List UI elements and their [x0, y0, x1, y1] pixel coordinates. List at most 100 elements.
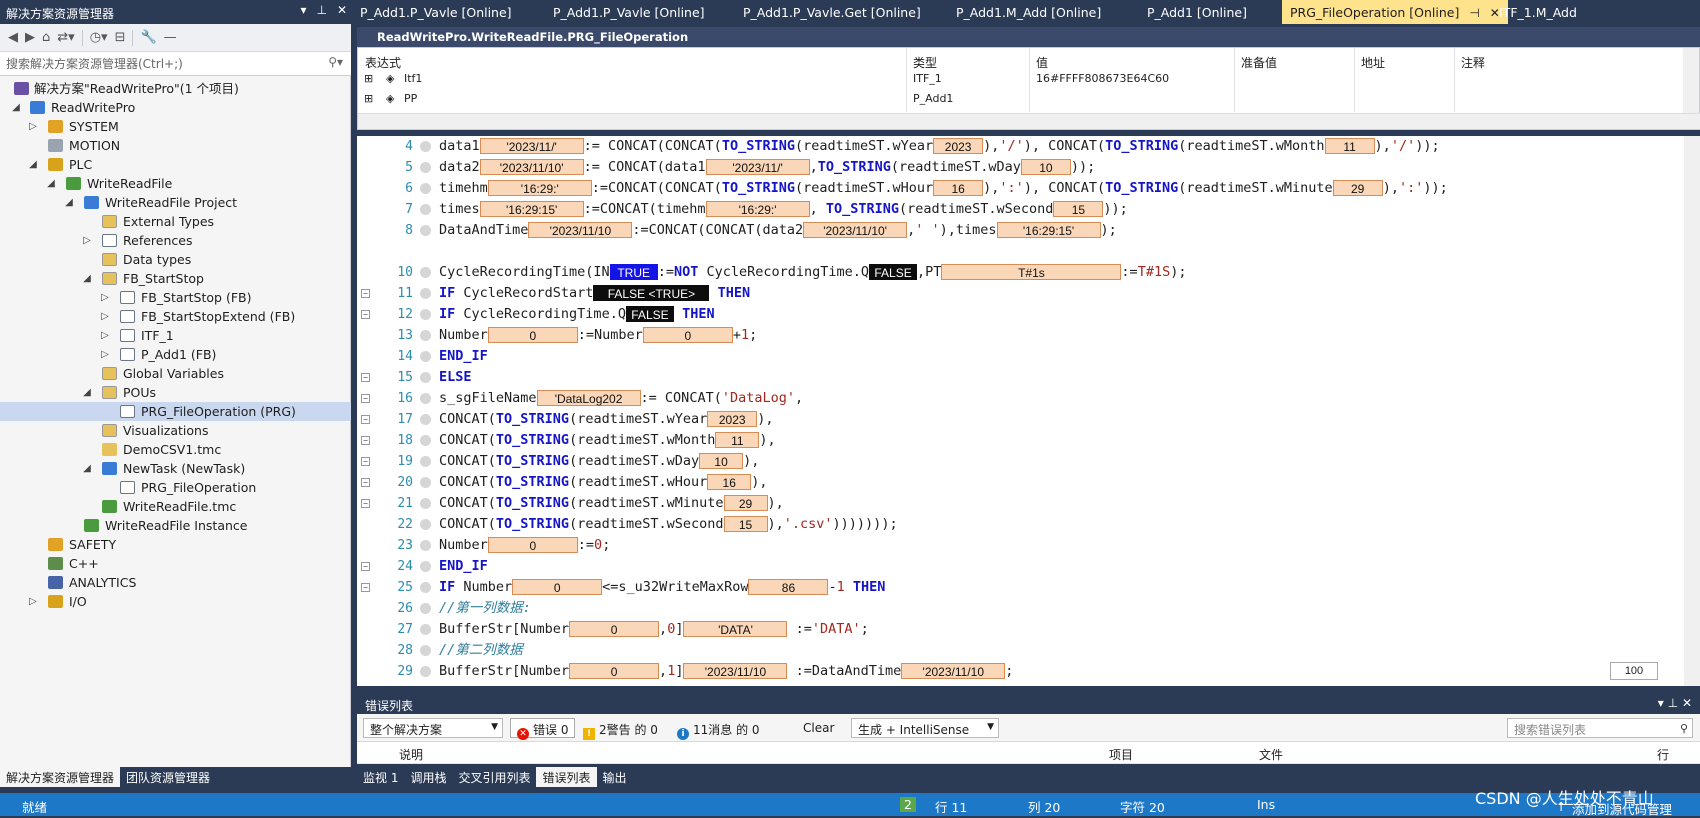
- collapse-arrow-icon[interactable]: ◢: [63, 193, 75, 212]
- pin-icon[interactable]: ⊥: [316, 3, 326, 17]
- inline-value[interactable]: 11: [1324, 138, 1375, 154]
- tree-node-democsv1[interactable]: DemoCSV1.tmc: [0, 440, 351, 459]
- close-icon[interactable]: ✕: [1682, 696, 1692, 710]
- collapse-arrow-icon[interactable]: ◢: [81, 383, 93, 402]
- tree-node-p-add1[interactable]: ▷ P_Add1 (FB): [0, 345, 351, 364]
- inline-value[interactable]: 0: [512, 579, 603, 595]
- code-line[interactable]: 26 //第一列数据:: [357, 598, 1687, 619]
- inline-value-prepared[interactable]: FALSE <TRUE>: [593, 285, 710, 301]
- source-control-button[interactable]: 添加到源代码管理: [1572, 799, 1672, 818]
- code-line[interactable]: −20 CONCAT(TO_STRING(readtimeST.wHour 16)…: [357, 472, 1687, 493]
- tree-node-project[interactable]: ◢ ReadWritePro: [0, 98, 351, 117]
- inline-value[interactable]: '2023/11/': [705, 159, 810, 175]
- doc-tab[interactable]: ITF_1.M_Add: [1491, 0, 1585, 24]
- column-header[interactable]: 类型: [913, 54, 937, 71]
- watch-vertical-scrollbar[interactable]: [1683, 48, 1699, 114]
- code-line[interactable]: 23 Number 0:=0;: [357, 535, 1687, 556]
- breakpoint-marker[interactable]: [420, 666, 431, 677]
- editor-vertical-scrollbar[interactable]: [1684, 136, 1700, 686]
- zoom-field[interactable]: 100: [1610, 662, 1658, 680]
- inline-value[interactable]: '16:29:15': [479, 201, 584, 217]
- preview-icon[interactable]: —: [164, 30, 177, 45]
- breakpoint-marker[interactable]: [420, 162, 431, 173]
- tree-node-plc[interactable]: ◢ PLC: [0, 155, 351, 174]
- code-line[interactable]: 8 DataAndTime '2023/11/10:=CONCAT(CONCAT(…: [357, 220, 1687, 241]
- tree-node-external-types[interactable]: External Types: [0, 212, 351, 231]
- column-description[interactable]: 说明: [399, 746, 423, 763]
- breakpoint-marker[interactable]: [420, 435, 431, 446]
- pending-changes-icon[interactable]: ◷▾: [90, 30, 108, 45]
- code-line[interactable]: −15 ELSE: [357, 367, 1687, 388]
- code-line[interactable]: 14 END_IF: [357, 346, 1687, 367]
- code-line[interactable]: 6 timehm '16:29:':=CONCAT(CONCAT(TO_STRIN…: [357, 178, 1687, 199]
- code-line[interactable]: −19 CONCAT(TO_STRING(readtimeST.wDay 10),: [357, 451, 1687, 472]
- inline-value[interactable]: 0: [642, 327, 733, 343]
- watch-horizontal-scrollbar[interactable]: [358, 113, 1700, 129]
- breakpoint-marker[interactable]: [420, 519, 431, 530]
- tree-node-io[interactable]: ▷ I/O: [0, 592, 351, 611]
- doc-tab[interactable]: P_Add1 [Online]: [1139, 0, 1255, 24]
- tab-solution-explorer[interactable]: 解决方案资源管理器: [0, 767, 121, 787]
- collapse-arrow-icon[interactable]: ◢: [45, 174, 57, 193]
- tree-node-motion[interactable]: MOTION: [0, 136, 351, 155]
- errors-filter-button[interactable]: ✕ 错误 0: [510, 718, 576, 740]
- scope-dropdown[interactable]: 整个解决方案 ▼: [363, 718, 503, 738]
- collapse-all-icon[interactable]: ⊟: [115, 30, 126, 45]
- breakpoint-marker[interactable]: [420, 204, 431, 215]
- inline-value[interactable]: 10: [699, 453, 744, 469]
- tree-node-fb-startstopextend[interactable]: ▷ FB_StartStopExtend (FB): [0, 307, 351, 326]
- tree-node-newtask-prg[interactable]: PRG_FileOperation: [0, 478, 351, 497]
- doc-tab-active[interactable]: PRG_FileOperation [Online] ⊣ ✕: [1282, 0, 1508, 24]
- tab-error-list[interactable]: 错误列表: [536, 767, 597, 787]
- status-badge[interactable]: 2: [900, 797, 916, 812]
- breakpoint-marker[interactable]: [420, 309, 431, 320]
- doc-tab[interactable]: P_Add1.P_Vavle [Online]: [545, 0, 713, 24]
- tab-cross-reference[interactable]: 交叉引用列表: [452, 767, 536, 787]
- code-line[interactable]: 22 CONCAT(TO_STRING(readtimeST.wSecond 15…: [357, 514, 1687, 535]
- expand-arrow-icon[interactable]: ▷: [99, 345, 111, 364]
- code-line[interactable]: −18 CONCAT(TO_STRING(readtimeST.wMonth 11…: [357, 430, 1687, 451]
- inline-value[interactable]: '2023/11/10': [803, 222, 908, 238]
- tree-node-system[interactable]: ▷ SYSTEM: [0, 117, 351, 136]
- code-line[interactable]: −21 CONCAT(TO_STRING(readtimeST.wMinute 2…: [357, 493, 1687, 514]
- expand-plus-icon[interactable]: ⊞: [364, 92, 373, 105]
- code-line[interactable]: 28 //第二列数据: [357, 640, 1687, 661]
- search-icon[interactable]: ⚲: [1680, 722, 1688, 735]
- home-icon[interactable]: ⌂: [42, 30, 50, 45]
- inline-value[interactable]: 10: [1020, 159, 1071, 175]
- inline-value-false[interactable]: FALSE: [625, 306, 674, 322]
- breakpoint-marker[interactable]: [420, 372, 431, 383]
- tree-node-solution[interactable]: 解决方案"ReadWritePro"(1 个项目): [0, 79, 351, 98]
- tab-output[interactable]: 输出: [597, 767, 633, 787]
- expand-arrow-icon[interactable]: ▷: [27, 117, 39, 136]
- properties-icon[interactable]: 🔧: [140, 30, 156, 45]
- code-line[interactable]: −25 IF Number 0 <=s_u32WriteMaxRow 86 -1 THE…: [357, 577, 1687, 598]
- column-file[interactable]: 文件: [1259, 746, 1283, 763]
- close-icon[interactable]: ✕: [337, 3, 347, 17]
- code-line[interactable]: 5 data2'2023/11/10':= CONCAT(data1'2023/…: [357, 157, 1687, 178]
- collapse-arrow-icon[interactable]: ◢: [81, 459, 93, 478]
- collapse-arrow-icon[interactable]: ◢: [81, 269, 93, 288]
- inline-value[interactable]: 'DATA': [683, 621, 788, 637]
- doc-tab[interactable]: P_Add1.P_Vavle [Online]: [352, 0, 520, 24]
- inline-value[interactable]: '2023/11/10: [683, 663, 788, 679]
- tree-node-fb-startstop[interactable]: ▷ FB_StartStop (FB): [0, 288, 351, 307]
- back-icon[interactable]: ◀: [8, 30, 18, 45]
- breakpoint-marker[interactable]: [420, 603, 431, 614]
- clear-button[interactable]: Clear: [796, 718, 841, 738]
- forward-icon[interactable]: ▶: [25, 30, 35, 45]
- breakpoint-marker[interactable]: [420, 456, 431, 467]
- inline-value[interactable]: 0: [487, 327, 578, 343]
- breakpoint-marker[interactable]: [420, 624, 431, 635]
- tree-node-newtask[interactable]: ◢ NewTask (NewTask): [0, 459, 351, 478]
- breakpoint-marker[interactable]: [420, 582, 431, 593]
- tree-node-writereadfile-project[interactable]: ◢ WriteReadFile Project: [0, 193, 351, 212]
- inline-value[interactable]: 86: [748, 579, 829, 595]
- inline-value[interactable]: 29: [723, 495, 768, 511]
- breakpoint-marker[interactable]: [420, 540, 431, 551]
- inline-value[interactable]: '16:29:': [487, 180, 592, 196]
- breakpoint-marker[interactable]: [420, 267, 431, 278]
- expand-arrow-icon[interactable]: ▷: [81, 231, 93, 250]
- tree-node-global-variables[interactable]: Global Variables: [0, 364, 351, 383]
- collapse-arrow-icon[interactable]: ◢: [27, 155, 39, 174]
